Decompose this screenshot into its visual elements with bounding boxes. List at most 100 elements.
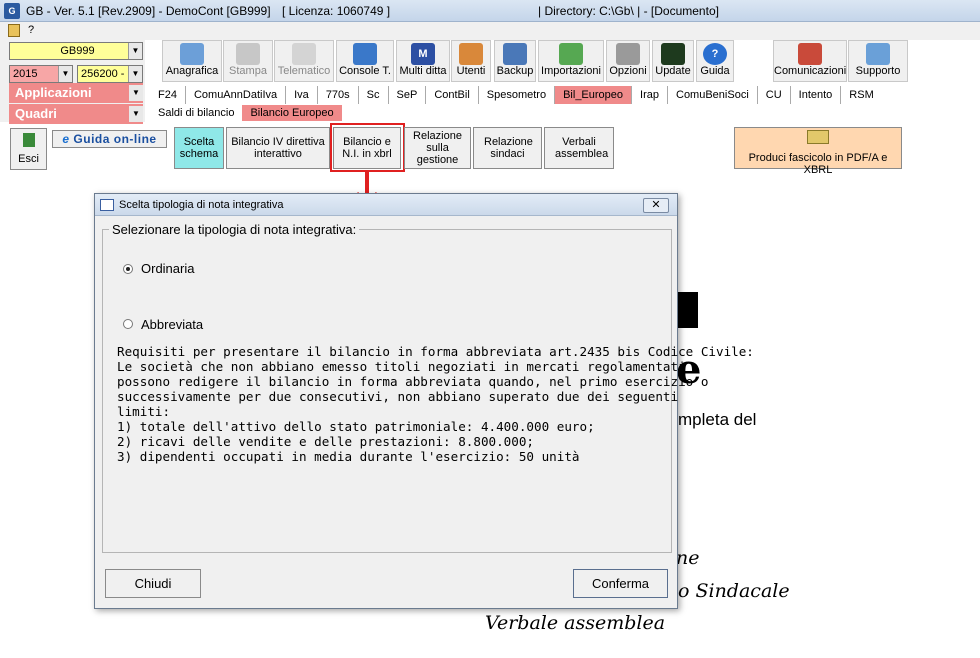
relazione-sindaci-button[interactable]: Relazione sindaci — [473, 127, 542, 169]
menu-bar: ? — [0, 22, 980, 40]
toolbar-backup-button[interactable]: Backup — [494, 40, 536, 82]
verbali-label: Verbali assemblea — [555, 136, 609, 160]
supporto-icon — [866, 43, 890, 65]
tab-irap[interactable]: Irap — [632, 86, 668, 104]
toolbar-comunicazioni-button[interactable]: Comunicazioni — [773, 40, 847, 82]
tab-sc[interactable]: Sc — [359, 86, 389, 104]
import-icon — [559, 43, 583, 65]
toolbar-importazioni-button[interactable]: Importazioni — [538, 40, 604, 82]
scelta-label: Scelta schema — [179, 136, 219, 160]
nota-integrativa-dialog: Scelta tipologia di nota integrativa ✕ S… — [94, 193, 754, 609]
background-text-4: Verbale assemblea — [485, 612, 666, 634]
help-menu[interactable]: ? — [28, 24, 34, 36]
chevron-down-icon[interactable]: ▼ — [128, 66, 142, 82]
chevron-down-icon[interactable]: ▼ — [128, 43, 142, 59]
company-select[interactable]: GB999 ▼ — [9, 42, 143, 60]
toolbar-label: Importazioni — [541, 65, 601, 77]
tab-comuanndatiiva[interactable]: ComuAnnDatiIva — [186, 86, 287, 104]
relazione-sindaci-label: Relazione sindaci — [484, 136, 533, 160]
abbreviata-label[interactable]: Abbreviata — [141, 317, 203, 332]
wrench-icon — [616, 43, 640, 65]
tab-770s[interactable]: 770s — [318, 86, 359, 104]
code-value: 256200 - — [81, 68, 125, 80]
toolbar-guida-button[interactable]: ? Guida — [696, 40, 734, 82]
window-title: GB - Ver. 5.1 [Rev.2909] - DemoCont [GB9… — [26, 4, 271, 18]
directory-text: | Directory: C:\Gb\ | - [Documento] — [538, 4, 719, 18]
tab-spesometro[interactable]: Spesometro — [479, 86, 556, 104]
toolbar-opzioni-button[interactable]: Opzioni — [606, 40, 650, 82]
quadri-label: Quadri — [15, 106, 57, 121]
relazione-gestione-label: Relazione sulla gestione — [413, 130, 462, 166]
bilancio-iv-label: Bilancio IV direttiva interattivo — [231, 136, 325, 160]
console-icon — [353, 43, 377, 65]
tab-rsm[interactable]: RSM — [841, 86, 881, 104]
chevron-down-icon[interactable]: ▼ — [129, 106, 143, 122]
printer-icon — [236, 43, 260, 65]
esci-button[interactable]: Esci — [10, 128, 47, 170]
background-text-3: o Sindacale — [678, 580, 790, 602]
abbreviata-radio[interactable] — [123, 319, 133, 329]
users-icon — [459, 43, 483, 65]
tab-comubenisoci[interactable]: ComuBeniSoci — [668, 86, 758, 104]
close-icon[interactable]: ✕ — [643, 198, 669, 213]
toolbar-utenti-button[interactable]: Utenti — [451, 40, 491, 82]
left-pane: GB999 ▼ 2015 ▼ 256200 - ▼ Applicazioni ▼… — [0, 40, 145, 124]
verbali-button[interactable]: Verbali assemblea — [544, 127, 614, 169]
produci-fascicolo-button[interactable]: Produci fascicolo in PDF/A e XBRL — [734, 127, 902, 176]
scelta-schema-button[interactable]: Scelta schema — [174, 127, 224, 169]
subtab-bilancio-europeo[interactable]: Bilancio Europeo — [242, 105, 342, 121]
fascicolo-icon — [807, 130, 829, 144]
toolbar-label: Stampa — [229, 65, 267, 77]
toolbar-anagrafica-button[interactable]: Anagrafica — [162, 40, 222, 82]
ordinaria-label[interactable]: Ordinaria — [141, 261, 194, 276]
tab-f24[interactable]: F24 — [150, 86, 186, 104]
toolbar-label: Anagrafica — [165, 65, 219, 77]
subtabs-row: Saldi di bilancio Bilancio Europeo — [150, 105, 342, 121]
highlight-box — [330, 123, 405, 172]
requisiti-text: Requisiti per presentare il bilancio in … — [117, 344, 754, 464]
chevron-down-icon[interactable]: ▼ — [129, 85, 143, 101]
toolbar-label: Backup — [496, 65, 534, 77]
toolbar-label: Utenti — [456, 65, 486, 77]
toolbar-label: Supporto — [855, 65, 901, 77]
toolbar-telematico-button[interactable]: Telematico — [274, 40, 334, 82]
tab-contbil[interactable]: ContBil — [426, 86, 479, 104]
multiditta-icon: M — [411, 43, 435, 65]
conferma-button[interactable]: Conferma — [573, 569, 668, 598]
background-text-2: ne — [676, 547, 700, 569]
guida-online-label: Guida on-line — [73, 132, 157, 146]
quadri-section[interactable]: Quadri ▼ — [9, 104, 143, 124]
ordinaria-radio[interactable] — [123, 264, 133, 274]
applicazioni-label: Applicazioni — [15, 85, 92, 100]
toolbar-label: Telematico — [277, 65, 331, 77]
tab-iva[interactable]: Iva — [286, 86, 318, 104]
tab-cu[interactable]: CU — [758, 86, 791, 104]
bilancio-iv-button[interactable]: Bilancio IV direttiva interattivo — [226, 127, 330, 169]
company-value: GB999 — [60, 45, 95, 57]
year-select[interactable]: 2015 ▼ — [9, 65, 73, 83]
applicazioni-section[interactable]: Applicazioni ▼ — [9, 83, 143, 103]
toolbar-stampa-button[interactable]: Stampa — [223, 40, 273, 82]
code-select[interactable]: 256200 - ▼ — [77, 65, 143, 83]
toolbar-label: Comunicazioni — [774, 65, 847, 77]
toolbar-console-button[interactable]: Console T. — [336, 40, 394, 82]
toolbar-label: Guida — [700, 65, 730, 77]
notes-icon[interactable] — [8, 24, 20, 37]
tab-sep[interactable]: SeP — [389, 86, 427, 104]
esci-label: Esci — [18, 153, 39, 165]
toolbar-multiditta-button[interactable]: M Multi ditta — [396, 40, 450, 82]
chevron-down-icon[interactable]: ▼ — [58, 66, 72, 82]
anagrafica-icon — [180, 43, 204, 65]
toolbar-supporto-button[interactable]: Supporto — [848, 40, 908, 82]
chiudi-button[interactable]: Chiudi — [105, 569, 201, 598]
guida-online-button[interactable]: e Guida on-line — [52, 130, 167, 148]
toolbar-label: Opzioni — [609, 65, 647, 77]
exit-icon — [22, 133, 35, 147]
subtab-saldi[interactable]: Saldi di bilancio — [150, 105, 242, 121]
tab-intento[interactable]: Intento — [791, 86, 842, 104]
background-glyph — [676, 292, 698, 328]
tab-bil-europeo[interactable]: Bil_Europeo — [555, 86, 633, 104]
toolbar-update-button[interactable]: Update — [652, 40, 694, 82]
produci-label: Produci fascicolo in PDF/A e XBRL — [748, 152, 888, 176]
relazione-gestione-button[interactable]: Relazione sulla gestione — [404, 127, 471, 169]
